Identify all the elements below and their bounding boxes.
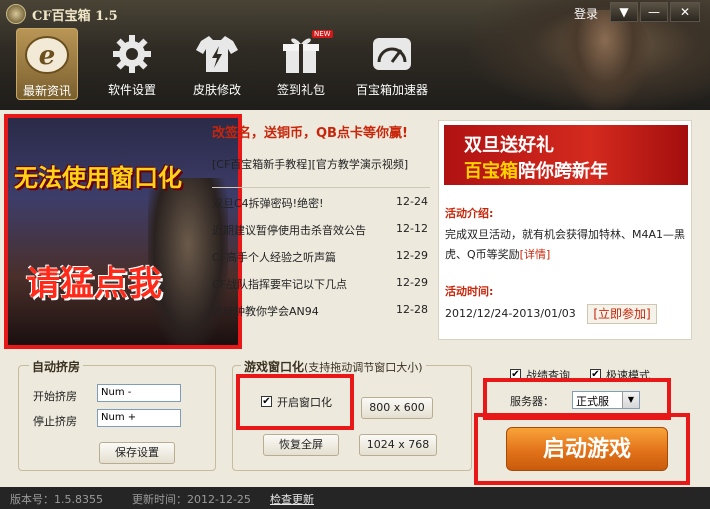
tutorial-links[interactable]: [CF百宝箱新手教程][官方教学演示视频] bbox=[212, 156, 408, 172]
news-title[interactable]: 近期建议暂停使用击杀音效公告 bbox=[212, 222, 366, 238]
news-date: 12-28 bbox=[396, 303, 428, 316]
menu-button[interactable]: ▼ bbox=[610, 2, 638, 22]
news-date: 12-29 bbox=[396, 276, 428, 289]
size-1024x768-button[interactable]: 1024 x 768 bbox=[359, 434, 437, 456]
app-window: CF百宝箱 1.5 登录 ▼ — ✕ e 最新资讯 软件设置 皮肤修改 NEW … bbox=[0, 0, 710, 509]
auto-squeeze-group: 自动挤房 开始挤房 Num - 停止挤房 Num + 保存设置 bbox=[18, 358, 216, 471]
update-time-text: 更新时间：2012-12-25 bbox=[132, 493, 251, 506]
activity-image-slogan: 陪你跨新年 bbox=[518, 161, 608, 182]
activity-intro-heading: 活动介绍: bbox=[445, 207, 494, 220]
activity-panel: 双旦送好礼 百宝箱陪你跨新年 活动介绍: 完成双旦活动，就有机会获得加特林、M4… bbox=[438, 120, 692, 340]
minimize-button[interactable]: — bbox=[640, 2, 668, 22]
list-item[interactable]: 近期建议暂停使用击杀音效公告 12-12 bbox=[212, 215, 430, 242]
server-select-value: 正式服 bbox=[576, 395, 609, 408]
header: CF百宝箱 1.5 登录 ▼ — ✕ e 最新资讯 软件设置 皮肤修改 NEW … bbox=[0, 0, 710, 110]
stop-squeeze-hotkey-input[interactable]: Num + bbox=[97, 409, 181, 427]
news-list: 双旦C4拆弹密码!绝密! 12-24 近期建议暂停使用击杀音效公告 12-12 … bbox=[212, 187, 430, 323]
version-text: 版本号：1.5.8355 bbox=[10, 493, 103, 506]
join-activity-button[interactable]: [立即参加] bbox=[587, 304, 657, 324]
size-800x600-button[interactable]: 800 x 600 bbox=[361, 397, 433, 419]
tshirt-icon bbox=[196, 36, 238, 72]
news-date: 12-24 bbox=[396, 195, 428, 208]
news-date: 12-29 bbox=[396, 249, 428, 262]
list-item[interactable]: 四分钟教你学会AN94 12-28 bbox=[212, 296, 430, 323]
news-title[interactable]: 双旦C4拆弹密码!绝密! bbox=[212, 195, 324, 211]
svg-text:e: e bbox=[39, 41, 56, 71]
app-logo-icon bbox=[6, 4, 26, 24]
window-mode-legend-title: 游戏窗口化 bbox=[244, 360, 305, 374]
nav-settings-label: 软件设置 bbox=[107, 83, 156, 97]
speedometer-icon bbox=[373, 38, 411, 70]
banner-line-1: 无法使用窗口化 bbox=[14, 164, 182, 192]
list-item[interactable]: 双旦C4拆弹密码!绝密! 12-24 bbox=[212, 188, 430, 215]
window-mode-legend-note: (支持拖动调节窗口大小) bbox=[304, 361, 423, 374]
banner-line-2: 请猛点我 bbox=[26, 264, 162, 304]
highlight-window-mode-box bbox=[236, 374, 354, 430]
news-title[interactable]: 四分钟教你学会AN94 bbox=[212, 303, 319, 319]
main-panel: 无法使用窗口化 请猛点我 改签名，送铜币，QB点卡等你赢! [CF百宝箱新手教程… bbox=[0, 110, 710, 487]
activity-time-value: 2012/12/24-2013/01/03 bbox=[445, 307, 576, 320]
start-squeeze-hotkey-input[interactable]: Num - bbox=[97, 384, 181, 402]
gift-icon bbox=[283, 38, 319, 73]
chevron-down-icon[interactable]: ▼ bbox=[622, 392, 639, 408]
new-badge: NEW bbox=[312, 30, 333, 38]
list-item[interactable]: CF战队指挥要牢记以下几点 12-29 bbox=[212, 269, 430, 296]
nav-skin-label: 皮肤修改 bbox=[192, 83, 241, 97]
news-date: 12-12 bbox=[396, 222, 428, 235]
save-settings-button[interactable]: 保存设置 bbox=[99, 442, 175, 464]
nav-accelerator[interactable]: 百宝箱加速器 bbox=[352, 28, 432, 100]
list-item[interactable]: CF高手个人经验之听声篇 12-29 bbox=[212, 242, 430, 269]
activity-details-link[interactable]: [详情] bbox=[520, 248, 551, 261]
nav-news[interactable]: e 最新资讯 bbox=[16, 28, 78, 100]
activity-image-line-1: 双旦送好礼 bbox=[464, 135, 554, 156]
nav-gift[interactable]: NEW 签到礼包 bbox=[270, 28, 333, 100]
window-mode-legend: 游戏窗口化(支持拖动调节窗口大小) bbox=[241, 358, 426, 375]
nav-settings[interactable]: 软件设置 bbox=[101, 28, 163, 100]
gear-icon bbox=[113, 35, 151, 73]
nav-accelerator-label: 百宝箱加速器 bbox=[355, 83, 428, 97]
auto-squeeze-legend: 自动挤房 bbox=[29, 358, 84, 375]
close-button[interactable]: ✕ bbox=[670, 2, 700, 22]
title-bar[interactable]: CF百宝箱 1.5 登录 ▼ — ✕ bbox=[0, 0, 710, 26]
app-title: CF百宝箱 1.5 bbox=[32, 9, 118, 24]
ie-logo-icon: e bbox=[25, 36, 69, 74]
nav-skin[interactable]: 皮肤修改 bbox=[186, 28, 248, 100]
activity-time-heading: 活动时间: bbox=[445, 285, 494, 298]
promo-headline[interactable]: 改签名，送铜币，QB点卡等你赢! bbox=[212, 122, 408, 141]
stop-squeeze-label: 停止挤房 bbox=[33, 415, 77, 428]
news-title[interactable]: CF战队指挥要牢记以下几点 bbox=[212, 276, 347, 292]
news-title[interactable]: CF高手个人经验之听声篇 bbox=[212, 249, 336, 265]
activity-intro-body: 完成双旦活动，就有机会获得加特林、M4A1—黑虎、Q币等奖励 bbox=[445, 228, 686, 261]
activity-intro-text: 完成双旦活动，就有机会获得加特林、M4A1—黑虎、Q币等奖励[详情] bbox=[445, 225, 685, 265]
server-select[interactable]: 正式服 ▼ bbox=[572, 391, 640, 409]
server-label: 服务器： bbox=[510, 395, 554, 408]
start-game-button[interactable]: 启动游戏 bbox=[506, 427, 668, 471]
activity-banner-image[interactable]: 双旦送好礼 百宝箱陪你跨新年 bbox=[444, 125, 688, 185]
restore-fullscreen-button[interactable]: 恢复全屏 bbox=[263, 434, 339, 456]
activity-image-line-2: 百宝箱陪你跨新年 bbox=[464, 157, 608, 183]
start-squeeze-label: 开始挤房 bbox=[33, 390, 77, 403]
activity-image-brand: 百宝箱 bbox=[464, 161, 518, 182]
check-update-link[interactable]: 检查更新 bbox=[270, 491, 314, 507]
nav-gift-label: 签到礼包 bbox=[276, 83, 325, 97]
nav-news-label: 最新资讯 bbox=[22, 84, 71, 98]
status-bar: 版本号：1.5.8355 更新时间：2012-12-25 检查更新 bbox=[0, 487, 710, 509]
login-link[interactable]: 登录 bbox=[574, 5, 598, 22]
window-mode-help-banner[interactable]: 无法使用窗口化 请猛点我 bbox=[4, 114, 242, 349]
